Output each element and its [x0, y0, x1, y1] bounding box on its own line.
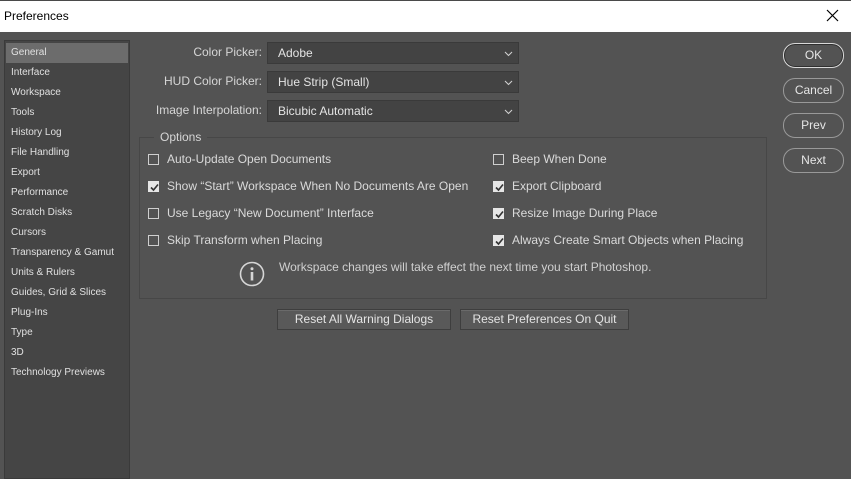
options-legend: Options: [154, 130, 208, 144]
next-button[interactable]: Next: [783, 148, 844, 173]
chevron-down-icon: [504, 80, 513, 86]
checkbox[interactable]: [148, 181, 159, 192]
checkbox[interactable]: [493, 208, 504, 219]
checkmark-icon: [150, 183, 159, 192]
prev-button[interactable]: Prev: [783, 113, 844, 138]
ok-button[interactable]: OK: [783, 43, 844, 68]
sidebar-item-cursors[interactable]: Cursors: [6, 223, 128, 243]
sidebar-item-units-rulers[interactable]: Units & Rulers: [6, 263, 128, 283]
sidebar-item-guides-grid-slices[interactable]: Guides, Grid & Slices: [6, 283, 128, 303]
reset-all-warning-dialogs-button[interactable]: Reset All Warning Dialogs: [277, 309, 451, 330]
checkmark-icon: [495, 237, 504, 246]
option-label: Always Create Smart Objects when Placing: [512, 233, 744, 247]
color-picker-value: Adobe: [278, 46, 313, 60]
sidebar-item-type[interactable]: Type: [6, 323, 128, 343]
hud-color-picker-value: Hue Strip (Small): [278, 75, 370, 89]
sidebar-item-file-handling[interactable]: File Handling: [6, 143, 128, 163]
sidebar-item-3d[interactable]: 3D: [6, 343, 128, 363]
hud-color-picker-label: HUD Color Picker:: [163, 74, 262, 88]
checkbox[interactable]: [148, 154, 159, 165]
image-interpolation-label: Image Interpolation:: [155, 103, 262, 117]
option-label: Use Legacy “New Document” Interface: [167, 206, 374, 220]
checkbox[interactable]: [148, 235, 159, 246]
checkmark-icon: [495, 183, 504, 192]
checkbox[interactable]: [148, 208, 159, 219]
chevron-down-icon: [504, 51, 513, 57]
window-title: Preferences: [4, 9, 69, 23]
close-icon: [826, 9, 839, 22]
sidebar-item-history-log[interactable]: History Log: [6, 123, 128, 143]
close-button[interactable]: [815, 1, 851, 32]
checkmark-icon: [495, 210, 504, 219]
color-picker-select[interactable]: Adobe: [267, 42, 519, 64]
hud-color-picker-select[interactable]: Hue Strip (Small): [267, 71, 519, 93]
chevron-down-icon: [504, 109, 513, 115]
sidebar-item-performance[interactable]: Performance: [6, 183, 128, 203]
sidebar-item-scratch-disks[interactable]: Scratch Disks: [6, 203, 128, 223]
checkbox[interactable]: [493, 181, 504, 192]
cancel-button[interactable]: Cancel: [783, 78, 844, 103]
sidebar-item-plug-ins[interactable]: Plug-Ins: [6, 303, 128, 323]
option-label: Auto-Update Open Documents: [167, 152, 332, 166]
title-bar: Preferences: [0, 1, 851, 32]
option-label: Beep When Done: [512, 152, 607, 166]
workspace-info-text: Workspace changes will take effect the n…: [279, 260, 652, 274]
option-label: Skip Transform when Placing: [167, 233, 323, 247]
color-picker-label: Color Picker:: [193, 45, 262, 59]
option-label: Export Clipboard: [512, 179, 602, 193]
option-label: Resize Image During Place: [512, 206, 658, 220]
sidebar-item-transparency-gamut[interactable]: Transparency & Gamut: [6, 243, 128, 263]
sidebar-item-export[interactable]: Export: [6, 163, 128, 183]
image-interpolation-value: Bicubic Automatic: [278, 104, 373, 118]
info-icon: [239, 261, 265, 287]
checkbox[interactable]: [493, 235, 504, 246]
option-label: Show “Start” Workspace When No Documents…: [167, 179, 469, 193]
checkbox[interactable]: [493, 154, 504, 165]
sidebar-item-technology-previews[interactable]: Technology Previews: [6, 363, 128, 383]
image-interpolation-select[interactable]: Bicubic Automatic: [267, 100, 519, 122]
reset-preferences-on-quit-button[interactable]: Reset Preferences On Quit: [460, 309, 629, 330]
